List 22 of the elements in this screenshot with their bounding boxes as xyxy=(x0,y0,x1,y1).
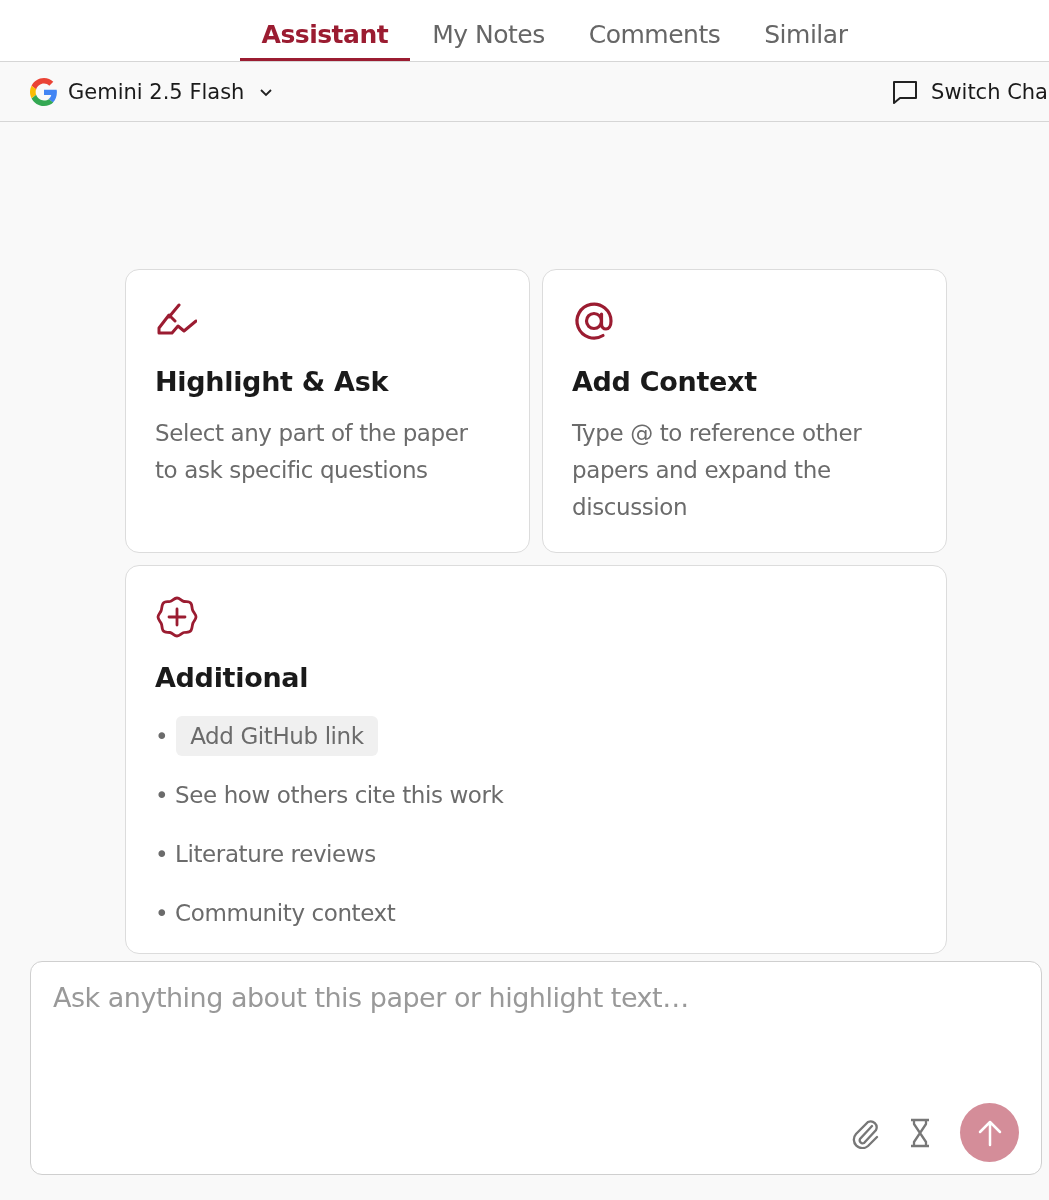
list-item: • Literature reviews xyxy=(155,840,376,867)
hourglass-icon[interactable] xyxy=(908,1117,932,1148)
chat-composer[interactable]: Ask anything about this paper or highlight text… xyxy=(30,961,1042,1175)
chat-input-field[interactable]: Ask anything about this paper or highlight text… xyxy=(53,982,1013,1092)
list-item: • See how others cite this work xyxy=(155,781,504,808)
badge-plus-icon xyxy=(155,595,199,639)
card-title: Additional xyxy=(155,662,309,693)
tab[interactable]: Comments xyxy=(566,0,743,61)
card-title: Add Context xyxy=(572,366,757,397)
card-description: Select any part of the paper to ask specific questions xyxy=(155,419,469,485)
tab[interactable]: My Notes xyxy=(410,0,567,61)
arrow-up-icon xyxy=(976,1118,1003,1147)
at-sign-icon xyxy=(572,299,616,343)
card-description: Type @ to reference other papers and expand the discussion xyxy=(572,419,863,522)
card-title: Highlight & Ask xyxy=(155,366,389,397)
github-link-chip[interactable]: Add GitHub link xyxy=(176,715,378,756)
tab[interactable]: Similar xyxy=(742,0,870,61)
list-item: • Community context xyxy=(155,899,396,926)
bullet: • xyxy=(155,722,169,749)
switch-chat-button[interactable]: Switch Cha xyxy=(891,77,1048,106)
model-dropdown[interactable]: Gemini 2.5 Flash xyxy=(58,79,275,104)
google-logo-icon xyxy=(30,77,58,106)
